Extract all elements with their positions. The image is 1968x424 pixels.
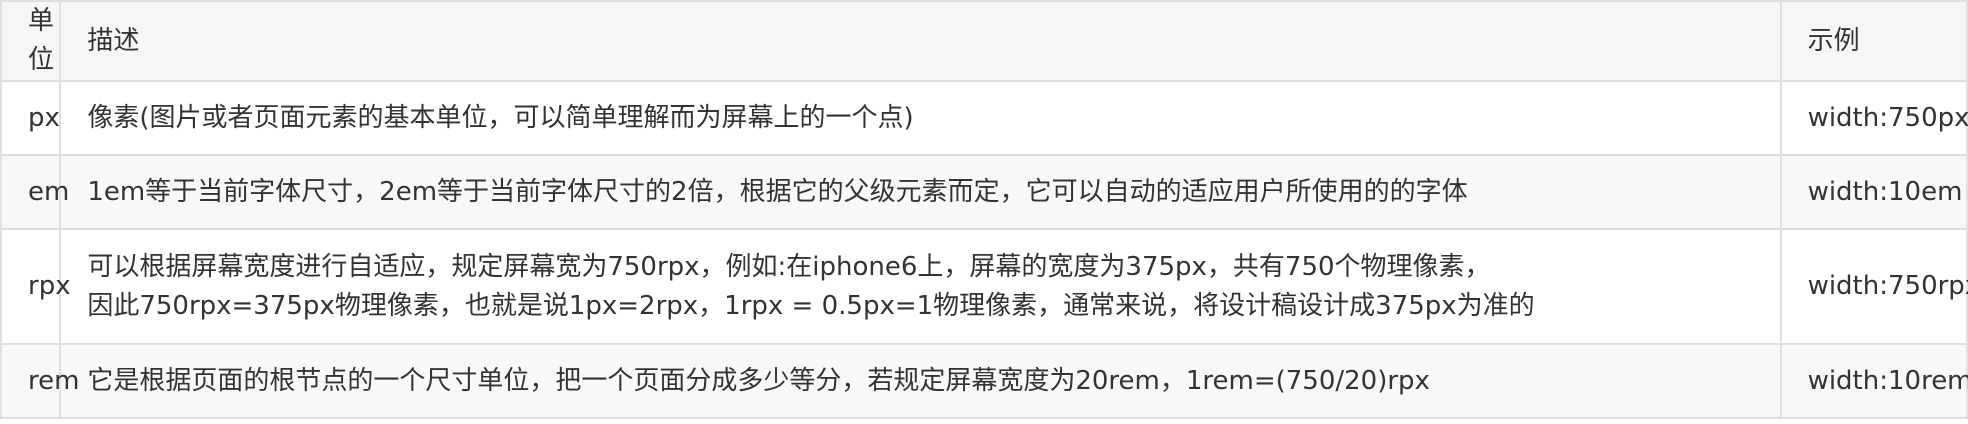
cell-unit: em	[0, 154, 69, 230]
description-line: 1em等于当前字体尺寸，2em等于当前字体尺寸的2倍，根据它的父级元素而定，它可…	[87, 176, 1468, 207]
cell-example: width:10rem	[1779, 343, 1968, 419]
cell-description: 1em等于当前字体尺寸，2em等于当前字体尺寸的2倍，根据它的父级元素而定，它可…	[59, 154, 1782, 230]
table-header-row: 单位 描述 示例	[0, 0, 1968, 82]
cell-example: width:750rpx	[1779, 228, 1968, 345]
cell-example: width:10em	[1779, 154, 1968, 230]
description-line: 它是根据页面的根节点的一个尺寸单位，把一个页面分成多少等分，若规定屏幕宽度为20…	[87, 365, 1430, 396]
table-row: rem 它是根据页面的根节点的一个尺寸单位，把一个页面分成多少等分，若规定屏幕宽…	[0, 343, 1968, 419]
cell-description: 它是根据页面的根节点的一个尺寸单位，把一个页面分成多少等分，若规定屏幕宽度为20…	[59, 343, 1782, 419]
header-unit: 单位	[0, 0, 62, 82]
units-table: 单位 描述 示例 px 像素(图片或者页面元素的基本单位，可以简单理解而为屏幕上…	[0, 0, 1968, 419]
description-line: 像素(图片或者页面元素的基本单位，可以简单理解而为屏幕上的一个点)	[87, 102, 914, 133]
cell-unit: rem	[0, 343, 79, 419]
header-description: 描述	[59, 0, 1782, 82]
table-row: rpx 可以根据屏幕宽度进行自适应，规定屏幕宽为750rpx，例如:在iphon…	[0, 228, 1968, 345]
table-row: em 1em等于当前字体尺寸，2em等于当前字体尺寸的2倍，根据它的父级元素而定…	[0, 154, 1968, 230]
cell-example: width:750px	[1779, 80, 1968, 156]
cell-description: 像素(图片或者页面元素的基本单位，可以简单理解而为屏幕上的一个点)	[59, 80, 1782, 156]
table-row: px 像素(图片或者页面元素的基本单位，可以简单理解而为屏幕上的一个点) wid…	[0, 80, 1968, 156]
header-example: 示例	[1779, 0, 1968, 82]
cell-unit: px	[0, 80, 62, 156]
cell-unit: rpx	[0, 228, 71, 345]
description-line: 因此750rpx=375px物理像素，也就是说1px=2rpx，1rpx = 0…	[87, 290, 1535, 321]
description-line: 可以根据屏幕宽度进行自适应，规定屏幕宽为750rpx，例如:在iphone6上，…	[87, 251, 1491, 282]
cell-description: 可以根据屏幕宽度进行自适应，规定屏幕宽为750rpx，例如:在iphone6上，…	[59, 228, 1782, 345]
